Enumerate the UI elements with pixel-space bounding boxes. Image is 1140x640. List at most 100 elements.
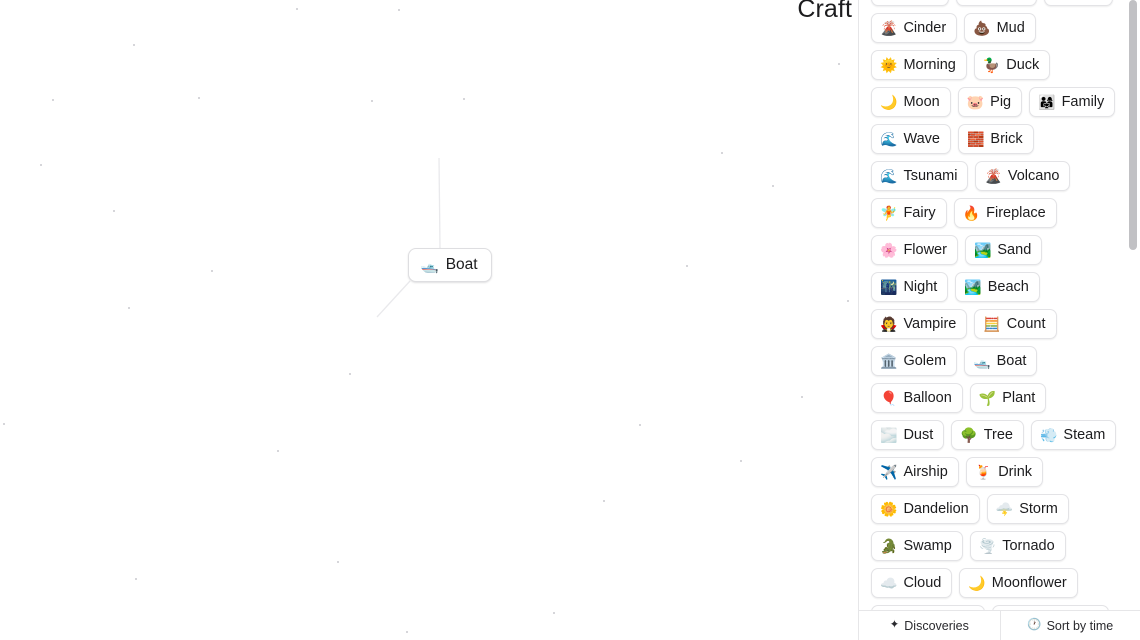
item-chip-family[interactable]: 👨‍👩‍👧 Family — [1029, 87, 1116, 117]
item-chip-storm[interactable]: 🌩️ Storm — [986, 494, 1069, 524]
item-chip-mud[interactable]: 💩 Mud — [964, 13, 1036, 43]
canvas-dot — [603, 500, 605, 502]
vampire-emoji: 🧛 — [880, 316, 898, 332]
canvas-dot — [113, 210, 115, 212]
item-chip-tornado[interactable]: 🌪️ Tornado — [969, 531, 1066, 561]
item-chip-label: Plant — [1002, 390, 1036, 406]
discoveries-button[interactable]: ✦ Discoveries — [859, 611, 1000, 640]
item-chip-tsunami[interactable]: 🌊 Tsunami — [871, 161, 969, 191]
item-chip-vampire[interactable]: 🧛 Vampire — [871, 309, 968, 339]
canvas-dot — [337, 561, 339, 563]
item-chip-plant[interactable]: 🌱 Plant — [969, 383, 1047, 413]
item-chip-label: Tree — [983, 427, 1013, 443]
item-chip-label: Boat — [996, 353, 1027, 369]
item-chip-label: Night — [903, 279, 938, 295]
discoveries-label: Discoveries — [904, 618, 969, 633]
sidebar-scrollbar-thumb[interactable] — [1129, 0, 1137, 250]
fairy-emoji: 🧚 — [880, 205, 898, 221]
item-chip-brick[interactable]: 🧱 Brick — [957, 124, 1034, 154]
item-chip-moonflower[interactable]: 🌙 Moonflower — [959, 568, 1078, 598]
volcano-emoji: 🌋 — [984, 168, 1002, 184]
item-chip-dandelion[interactable]: 🌼 Dandelion — [871, 494, 980, 524]
canvas-node-label: Boat — [445, 256, 478, 273]
canvas-dot — [838, 63, 840, 65]
cloud-emoji: ☁️ — [880, 575, 898, 591]
canvas-edges — [376, 157, 441, 318]
item-chip-label: Count — [1006, 316, 1046, 332]
item-chip-count[interactable]: 🧮 Count — [974, 309, 1057, 339]
item-chip-label: Moon — [903, 94, 940, 110]
canvas-node-boat[interactable]: 🛥️ Boat — [408, 248, 492, 282]
boat-emoji: 🛥️ — [973, 353, 991, 369]
item-chip-dust[interactable]: 🌫️ Dust — [871, 420, 945, 450]
item-chip-label: Airship — [903, 464, 948, 480]
canvas-dot — [198, 97, 200, 99]
canvas-dot — [553, 612, 555, 614]
item-chip-flower[interactable]: 🌸 Flower — [871, 235, 958, 265]
item-chip-boat[interactable]: 🛥️ Boat — [964, 346, 1038, 376]
item-chip-tree[interactable]: 🌳 Tree — [951, 420, 1024, 450]
item-chip-label: Tornado — [1002, 538, 1055, 554]
item-chip-label: Volcano — [1007, 168, 1060, 184]
item-chip-earth[interactable]: 🌍Earth — [871, 0, 950, 6]
wave-emoji: 🌊 — [880, 131, 898, 147]
item-chip-volcano[interactable]: 🌋 Volcano — [975, 161, 1071, 191]
flower-emoji: 🌸 — [880, 242, 898, 258]
item-chip-moon[interactable]: 🌙 Moon — [871, 87, 951, 117]
item-chip-label: Dandelion — [903, 501, 969, 517]
canvas-dot — [686, 265, 688, 267]
blossom-emoji: 🌼 — [880, 501, 898, 517]
item-chip-label: Flower — [903, 242, 947, 258]
moon-emoji: 🌙 — [968, 575, 986, 591]
volcano-emoji: 🌋 — [880, 20, 898, 36]
item-chip-wave[interactable]: 🌊 Wave — [871, 124, 951, 154]
canvas-dot — [740, 460, 742, 462]
item-chip-fairy[interactable]: 🧚 Fairy — [871, 198, 947, 228]
item-chip-cloud[interactable]: ☁️ Cloud — [871, 568, 953, 598]
item-chip-clean[interactable]: 💎Clean — [956, 0, 1038, 6]
canvas-dot — [463, 98, 465, 100]
item-chip-label: Sand — [997, 242, 1032, 258]
item-chip-swamp[interactable]: 🐊 Swamp — [871, 531, 963, 561]
item-chip-piggy-bank[interactable]: 💰Piggy Bank — [992, 605, 1110, 610]
balloon-emoji: 🎈 — [880, 390, 898, 406]
abacus-emoji: 🧮 — [983, 316, 1001, 332]
item-chip-airship[interactable]: ✈️ Airship — [871, 457, 959, 487]
item-chip-label: Wave — [903, 131, 940, 147]
item-chip-label: Family — [1061, 94, 1105, 110]
item-chip-night[interactable]: 🌃 Night — [871, 272, 949, 302]
item-chip-label: Fairy — [903, 205, 936, 221]
item-chip-label: Duck — [1006, 57, 1040, 73]
item-chip-balloon[interactable]: 🎈 Balloon — [871, 383, 963, 413]
item-chip-golem[interactable]: 🏛️ Golem — [871, 346, 958, 376]
clock-icon: 🕐 — [1027, 618, 1042, 631]
sort-by-time-button[interactable]: 🕐 Sort by time — [999, 611, 1140, 640]
boat-emoji: 🛥️ — [420, 256, 439, 274]
item-chip-cinder[interactable]: 🌋 Cinder — [871, 13, 958, 43]
crafting-canvas[interactable]: 🛥️ Boat — [0, 0, 858, 640]
item-chip-pig[interactable]: 🐷 Pig — [957, 87, 1023, 117]
item-chip-label: Tsunami — [903, 168, 958, 184]
item-chip-sand[interactable]: 🏞️ Sand — [964, 235, 1043, 265]
night-city-emoji: 🌃 — [880, 279, 898, 295]
item-chip-beach[interactable]: 🏞️ Beach — [955, 272, 1040, 302]
page-title: Craft — [797, 0, 852, 23]
storm-cloud-emoji: 🌩️ — [995, 501, 1014, 517]
poop-emoji: 💩 — [973, 20, 991, 36]
crocodile-emoji: 🐊 — [880, 538, 898, 554]
item-chip-morning[interactable]: 🌞 Morning — [871, 50, 967, 80]
item-chip-ash[interactable]: 🌋Ash — [1044, 0, 1113, 6]
item-list: 🌍Earth 💎Clean 🌋Ash 🌋 Cinder 💩 Mud 🌞 Morning 🦆 Duck… — [871, 0, 1120, 610]
item-chip-label: Swamp — [903, 538, 952, 554]
item-chip-duck[interactable]: 🦆 Duck — [973, 50, 1051, 80]
sidebar-scrollbar[interactable] — [1127, 0, 1138, 610]
canvas-dot — [277, 450, 279, 452]
item-scroll-area[interactable]: 🌍Earth 💎Clean 🌋Ash 🌋 Cinder 💩 Mud 🌞 Morning 🦆 Duck… — [859, 0, 1140, 610]
item-chip-steam[interactable]: 💨 Steam — [1030, 420, 1117, 450]
items-sidebar: 🌍Earth 💎Clean 🌋Ash 🌋 Cinder 💩 Mud 🌞 Morning 🦆 Duck… — [858, 0, 1140, 640]
item-chip-drink[interactable]: 🍹 Drink — [965, 457, 1044, 487]
canvas-dot — [371, 100, 373, 102]
item-chip-cloud-trap[interactable]: ☁️Cloud Trap — [871, 605, 986, 610]
item-chip-fireplace[interactable]: 🔥 Fireplace — [953, 198, 1057, 228]
canvas-dot — [398, 9, 400, 11]
